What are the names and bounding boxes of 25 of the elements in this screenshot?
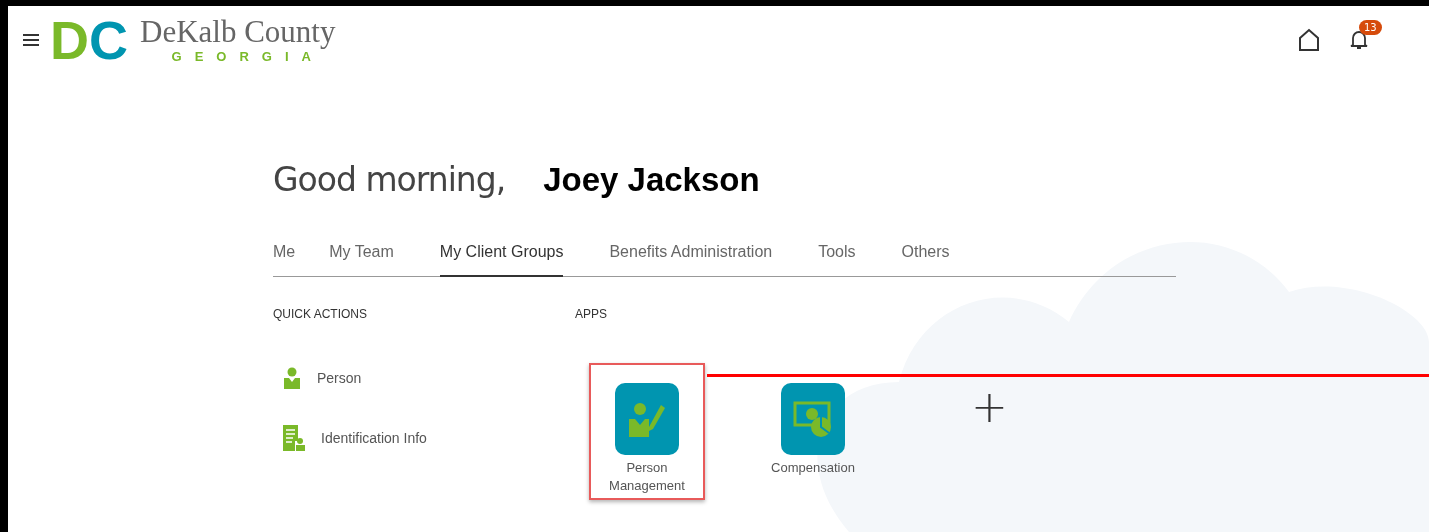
notification-count: 13 xyxy=(1359,20,1382,35)
section-title: APPS xyxy=(575,307,608,321)
logo-mark: DC xyxy=(50,13,128,67)
section-title: QUICK ACTIONS xyxy=(273,307,368,321)
tab[interactable]: Benefits Administration xyxy=(609,237,773,277)
money-chart-icon xyxy=(793,399,833,439)
home-icon[interactable] xyxy=(1297,28,1321,52)
menu-icon[interactable] xyxy=(22,33,40,47)
quick-action-link[interactable]: Person xyxy=(317,370,362,386)
tab[interactable]: My Client Groups xyxy=(439,237,564,277)
user-name: Joey Jackson xyxy=(543,161,760,199)
tab[interactable]: Tools xyxy=(818,237,856,277)
app-tile[interactable]: Compensation xyxy=(755,363,871,483)
add-app-button[interactable]: + xyxy=(971,385,1008,429)
logo-subtitle: GEORGIA xyxy=(171,48,324,64)
tab[interactable]: Me xyxy=(273,237,296,277)
person-icon xyxy=(283,367,301,389)
app-tile[interactable]: Person Management xyxy=(589,363,705,501)
tab[interactable]: Others xyxy=(901,237,950,277)
notification-bell-icon[interactable] xyxy=(1349,29,1369,51)
logo-title: DeKalb County xyxy=(140,16,336,49)
greeting-text: Good morning, xyxy=(273,160,506,199)
tab[interactable]: My Team xyxy=(329,237,394,277)
quick-action-link[interactable]: Identification Info xyxy=(321,430,427,446)
document-person-icon xyxy=(283,425,305,451)
